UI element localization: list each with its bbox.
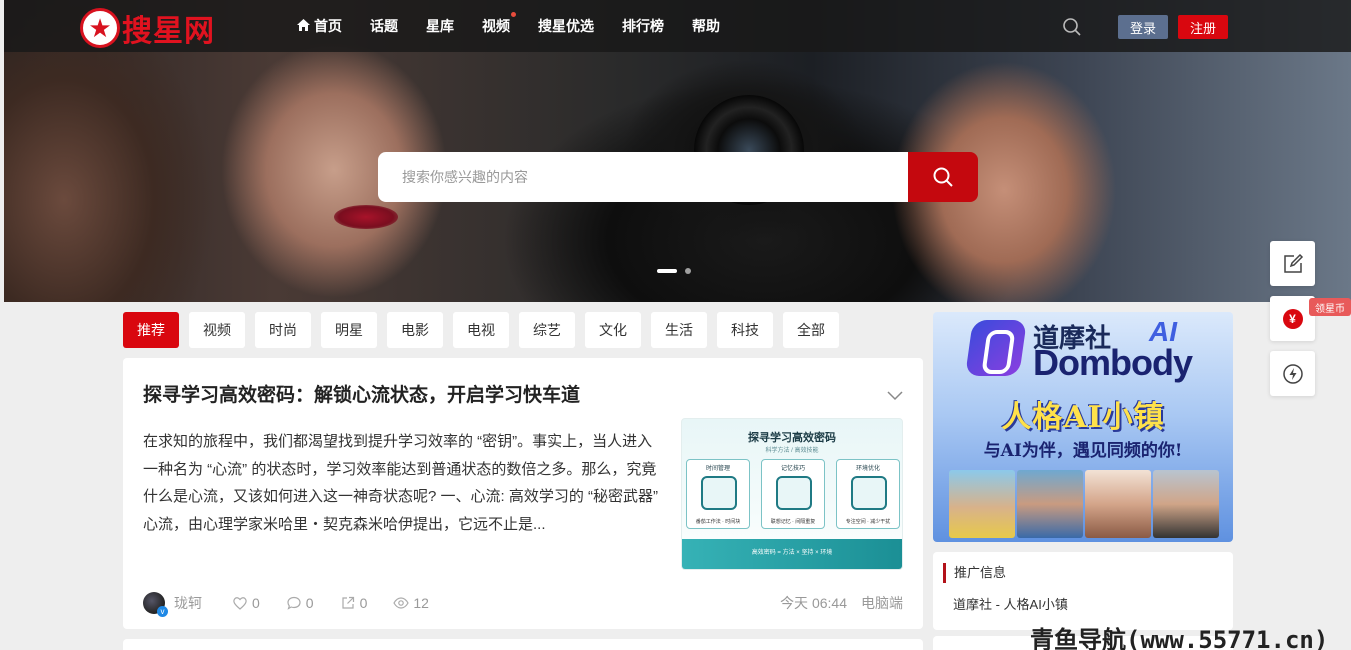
ad-photo <box>949 470 1015 538</box>
nav-video[interactable]: 视频 <box>482 12 516 36</box>
ad-photos <box>949 470 1219 538</box>
tab-tv[interactable]: 电视 <box>453 312 509 348</box>
dombody-logo-icon <box>965 320 1027 376</box>
watermark: 青鱼导航(www.55771.cn) <box>1030 626 1329 650</box>
brain-icon <box>776 476 812 510</box>
ad-photo <box>1153 470 1219 538</box>
desk-icon <box>851 476 887 510</box>
nav-home-label: 首页 <box>314 18 342 34</box>
comment-count-value: 0 <box>305 595 314 611</box>
star-icon: ★ <box>80 8 120 48</box>
comment-icon <box>287 596 301 610</box>
tab-celebrity[interactable]: 明星 <box>321 312 377 348</box>
ad-photo <box>1085 470 1151 538</box>
edit-icon <box>1283 253 1303 273</box>
heart-icon <box>233 597 247 610</box>
comment-count[interactable]: 0 <box>286 595 314 611</box>
home-icon <box>297 18 310 34</box>
lightning-icon <box>1282 363 1303 384</box>
view-count: 12 <box>393 595 429 611</box>
tab-fashion[interactable]: 时尚 <box>255 312 311 348</box>
search-icon[interactable] <box>1062 17 1082 37</box>
promo-widget: 推广信息 道摩社 - 人格AI小镇 <box>933 552 1233 630</box>
hero-search-input[interactable] <box>378 152 908 202</box>
carousel-dot[interactable] <box>685 268 691 274</box>
thumb-box-caption: 番茄工作法 · 时间块 <box>695 519 741 525</box>
ad-tagline: 与AI为伴，遇见同频的你! <box>983 441 1183 461</box>
coin-icon: ¥ <box>1282 308 1303 329</box>
verified-icon: v <box>157 606 168 617</box>
hero-search-bar <box>378 152 978 202</box>
thumb-box-label: 时间管理 <box>705 466 730 472</box>
clipboard-icon <box>701 476 737 510</box>
promo-link[interactable]: 道摩社 - 人格AI小镇 <box>953 594 1068 613</box>
eye-icon <box>393 597 410 609</box>
site-logo[interactable]: ★ 搜星网 <box>80 6 215 50</box>
avatar[interactable]: v <box>143 592 168 617</box>
post-thumbnail[interactable]: 探寻学习高效密码 科学方法 / 高效技能 时间管理 番茄工作法 · 时间块 记忆… <box>681 418 903 570</box>
share-count[interactable]: 0 <box>340 595 368 611</box>
tab-video[interactable]: 视频 <box>189 312 245 348</box>
post-excerpt: 在求知的旅程中，我们都渴望找到提升学习效率的 “密钥”。事实上，当人进入一种名为… <box>143 433 659 533</box>
register-button[interactable]: 注册 <box>1178 15 1228 39</box>
post-title[interactable]: 探寻学习高效密码：解锁心流状态，开启学习快车道 <box>143 380 580 407</box>
flash-button[interactable] <box>1270 351 1315 396</box>
carousel-dot-active[interactable] <box>657 269 677 273</box>
post-card: 探寻学习高效密码：解锁心流状态，开启学习快车道 在求知的旅程中，我们都渴望找到提… <box>123 358 923 629</box>
post-source: 电脑端 <box>861 595 903 611</box>
thumb-box-label: 记忆技巧 <box>780 466 805 472</box>
nav-home[interactable]: 首页 <box>297 16 342 36</box>
ad-brand-en: Dombody <box>1033 342 1193 383</box>
tab-recommended[interactable]: 推荐 <box>123 312 179 348</box>
thumb-box: 时间管理 番茄工作法 · 时间块 <box>686 459 750 529</box>
hero-search-button[interactable] <box>908 152 978 202</box>
post-meta: v 珑轲 0 0 0 12 今天 06:44 电脑端 <box>143 591 903 617</box>
share-count-value: 0 <box>359 595 368 611</box>
ad-headline: 人格AI小镇 <box>1001 400 1165 435</box>
main-menu: 首页 话题 星库 视频 搜星优选 排行榜 帮助 <box>297 0 748 52</box>
category-tabs: 推荐 视频 时尚 明星 电影 电视 综艺 文化 生活 科技 全部 <box>123 312 839 348</box>
logo-text: 搜星网 <box>122 14 215 49</box>
nav-topics[interactable]: 话题 <box>370 16 398 36</box>
next-post-card <box>123 639 923 650</box>
like-count[interactable]: 0 <box>232 595 260 611</box>
thumb-box: 记忆技巧 联想记忆 · 间隔重复 <box>761 459 825 529</box>
coin-badge[interactable]: 领星币 <box>1309 298 1351 316</box>
carousel-dots <box>657 268 691 274</box>
thumb-title: 探寻学习高效密码 <box>748 432 836 444</box>
tab-all[interactable]: 全部 <box>783 312 839 348</box>
nav-stars[interactable]: 星库 <box>426 16 454 36</box>
thumb-footer: 高效密码 = 方法 × 坚持 × 环境 <box>682 539 902 569</box>
thumb-box-caption: 联想记忆 · 间隔重复 <box>770 519 816 525</box>
view-count-value: 12 <box>413 595 429 611</box>
tab-variety[interactable]: 综艺 <box>519 312 575 348</box>
nav-picks[interactable]: 搜星优选 <box>538 16 594 36</box>
post-meta-right: 今天 06:44 电脑端 <box>780 593 903 613</box>
thumb-box-label: 环境优化 <box>855 466 880 472</box>
tab-movie[interactable]: 电影 <box>387 312 443 348</box>
notification-dot <box>511 12 516 17</box>
write-post-button[interactable] <box>1270 241 1315 286</box>
promo-heading: 推广信息 <box>943 563 1006 583</box>
share-icon <box>341 596 354 609</box>
thumb-box-caption: 专注空间 · 减少干扰 <box>845 519 891 525</box>
tab-life[interactable]: 生活 <box>651 312 707 348</box>
tab-culture[interactable]: 文化 <box>585 312 641 348</box>
nav-help[interactable]: 帮助 <box>692 16 720 36</box>
sidebar-ad-banner[interactable]: 道摩社 AI Dombody 人格AI小镇 与AI为伴，遇见同频的你! <box>933 312 1233 542</box>
tab-tech[interactable]: 科技 <box>717 312 773 348</box>
search-icon <box>933 167 953 187</box>
thumb-subtitle: 科学方法 / 高效技能 <box>765 448 819 454</box>
author-name[interactable]: 珑轲 <box>174 593 202 613</box>
chevron-down-icon[interactable] <box>887 388 903 406</box>
ad-photo <box>1017 470 1083 538</box>
hero-image-detail <box>334 205 398 229</box>
nav-rankings[interactable]: 排行榜 <box>622 16 664 36</box>
login-button[interactable]: 登录 <box>1118 15 1168 39</box>
thumb-box: 环境优化 专注空间 · 减少干扰 <box>836 459 900 529</box>
nav-video-label: 视频 <box>482 18 510 34</box>
post-time: 今天 06:44 <box>780 595 847 611</box>
like-count-value: 0 <box>252 595 260 611</box>
